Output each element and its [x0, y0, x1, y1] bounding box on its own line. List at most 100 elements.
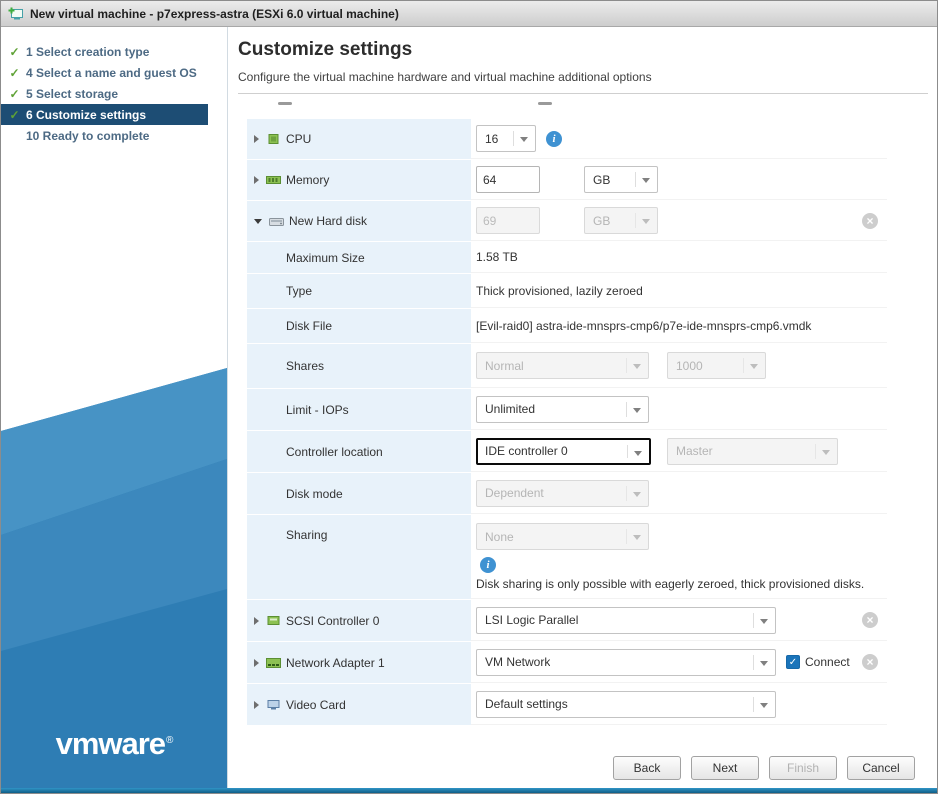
scsi-label-cell: SCSI Controller 0: [247, 600, 471, 641]
network-select[interactable]: VM Network: [476, 648, 776, 676]
step-select-creation-type[interactable]: 1 Select creation type: [1, 41, 227, 62]
shares-level-select[interactable]: Normal: [476, 352, 649, 379]
controller-location-value-cell: IDE controller 0 Master: [471, 431, 887, 472]
disk-mode-value-cell: Dependent: [471, 473, 887, 514]
network-adapter-icon: [265, 657, 281, 668]
disk-mode-label-cell: Disk mode: [247, 473, 471, 514]
next-button[interactable]: Next: [691, 756, 759, 780]
cpu-value-cell: 16: [471, 119, 887, 159]
finish-button[interactable]: Finish: [769, 756, 837, 780]
cpu-row: CPU 16: [247, 119, 887, 159]
step-ready-to-complete[interactable]: 10 Ready to complete: [1, 125, 227, 146]
controller-select[interactable]: IDE controller 0: [476, 437, 651, 465]
column-resize-grip[interactable]: [538, 102, 552, 105]
hardware-settings-table: CPU 16 Me: [247, 119, 887, 726]
hard-disk-row: New Hard disk GB: [247, 201, 887, 241]
chevron-right-icon[interactable]: [254, 658, 259, 667]
step-select-storage[interactable]: 5 Select storage: [1, 83, 227, 104]
hard-disk-label-cell: New Hard disk: [247, 201, 471, 241]
chevron-right-icon[interactable]: [254, 700, 259, 709]
video-label-cell: Video Card: [247, 684, 471, 725]
limit-iops-label-cell: Limit - IOPs: [247, 389, 471, 430]
video-settings-select[interactable]: Default settings: [476, 690, 776, 718]
limit-iops-select[interactable]: Unlimited: [476, 395, 649, 423]
window-title: New virtual machine - p7express-astra (E…: [30, 6, 399, 21]
disk-mode-row: Disk mode Dependent: [247, 473, 887, 514]
wizard-steps-sidebar: 1 Select creation type 4 Select a name a…: [1, 27, 228, 788]
memory-row: Memory GB: [247, 160, 887, 200]
disk-file-value-cell: [Evil-raid0] astra-ide-mnsprs-cmp6/p7e-i…: [471, 309, 887, 343]
remove-disk-icon[interactable]: [862, 212, 878, 229]
remove-scsi-icon[interactable]: [862, 612, 878, 628]
sharing-note: Disk sharing is only possible with eager…: [476, 577, 865, 591]
cpu-count-select[interactable]: 16: [476, 125, 536, 152]
controller-channel-select[interactable]: Master: [667, 437, 838, 465]
window-bottom-edge: [1, 788, 937, 793]
network-label-cell: Network Adapter 1: [247, 642, 471, 683]
limit-iops-row: Limit - IOPs Unlimited: [247, 389, 887, 430]
memory-unit-select[interactable]: GB: [584, 166, 658, 193]
disk-type-label-cell: Type: [247, 274, 471, 308]
maximum-size-value-cell: 1.58 TB: [471, 242, 887, 273]
shares-value-cell: Normal 1000: [471, 344, 887, 388]
footer-buttons: Back Next Finish Cancel: [613, 756, 915, 780]
titlebar: New virtual machine - p7express-astra (E…: [1, 1, 937, 27]
hard-disk-value-cell: GB: [471, 201, 887, 241]
check-icon: [8, 87, 21, 101]
limit-iops-value-cell: Unlimited: [471, 389, 887, 430]
step-select-name-guest-os[interactable]: 4 Select a name and guest OS: [1, 62, 227, 83]
scsi-type-select[interactable]: LSI Logic Parallel: [476, 606, 776, 634]
disk-file-row: Disk File [Evil-raid0] astra-ide-mnsprs-…: [247, 309, 887, 343]
back-button[interactable]: Back: [613, 756, 681, 780]
divider: [238, 93, 928, 94]
network-adapter-row: Network Adapter 1 VM Network Connect: [247, 642, 887, 683]
connect-checkbox[interactable]: [786, 655, 800, 669]
chevron-right-icon[interactable]: [254, 135, 259, 143]
step-customize-settings[interactable]: 6 Customize settings: [1, 104, 208, 125]
column-resize-grip[interactable]: [278, 102, 292, 105]
memory-label-cell: Memory: [247, 160, 471, 200]
scsi-controller-row: SCSI Controller 0 LSI Logic Parallel: [247, 600, 887, 641]
vmware-logo: vmware®: [55, 726, 174, 761]
memory-size-input[interactable]: [476, 166, 540, 193]
remove-network-icon[interactable]: [862, 654, 878, 670]
disk-mode-select[interactable]: Dependent: [476, 479, 649, 507]
main-content: Customize settings Configure the virtual…: [228, 27, 937, 788]
hard-disk-icon: [268, 216, 284, 227]
chevron-right-icon[interactable]: [254, 616, 259, 625]
cancel-button[interactable]: Cancel: [847, 756, 915, 780]
shares-value-select[interactable]: 1000: [667, 352, 766, 379]
sharing-row: Sharing None Disk sharing is only possib…: [247, 515, 887, 599]
new-vm-icon: [8, 7, 24, 21]
disk-type-value-cell: Thick provisioned, lazily zeroed: [471, 274, 887, 308]
new-vm-wizard-window: New virtual machine - p7express-astra (E…: [0, 0, 938, 794]
check-placeholder: [8, 129, 21, 143]
chevron-right-icon[interactable]: [254, 176, 259, 184]
cpu-info-icon[interactable]: [546, 130, 562, 147]
memory-icon: [265, 175, 281, 186]
shares-label-cell: Shares: [247, 344, 471, 388]
video-card-icon: [265, 699, 281, 711]
chevron-down-icon[interactable]: [254, 218, 262, 224]
cpu-icon: [265, 133, 281, 145]
cpu-label-cell: CPU: [247, 119, 471, 159]
check-icon: [8, 45, 21, 59]
check-icon: [8, 108, 21, 122]
page-subtitle: Configure the virtual machine hardware a…: [238, 70, 652, 84]
video-card-row: Video Card Default settings: [247, 684, 887, 725]
disk-size-input[interactable]: [476, 207, 540, 234]
disk-unit-select[interactable]: GB: [584, 207, 658, 234]
sharing-select[interactable]: None: [476, 523, 649, 550]
check-icon: [8, 66, 21, 80]
disk-file-label-cell: Disk File: [247, 309, 471, 343]
shares-row: Shares Normal 1000: [247, 344, 887, 388]
controller-location-row: Controller location IDE controller 0 Mas…: [247, 431, 887, 472]
scsi-value-cell: LSI Logic Parallel: [471, 600, 887, 641]
disk-type-row: Type Thick provisioned, lazily zeroed: [247, 274, 887, 308]
connect-label: Connect: [805, 655, 850, 669]
video-value-cell: Default settings: [471, 684, 887, 725]
sharing-label-cell: Sharing: [247, 515, 471, 599]
maximum-size-row: Maximum Size 1.58 TB: [247, 242, 887, 273]
wizard-step-list: 1 Select creation type 4 Select a name a…: [1, 27, 227, 146]
sharing-info-icon[interactable]: [480, 557, 496, 573]
